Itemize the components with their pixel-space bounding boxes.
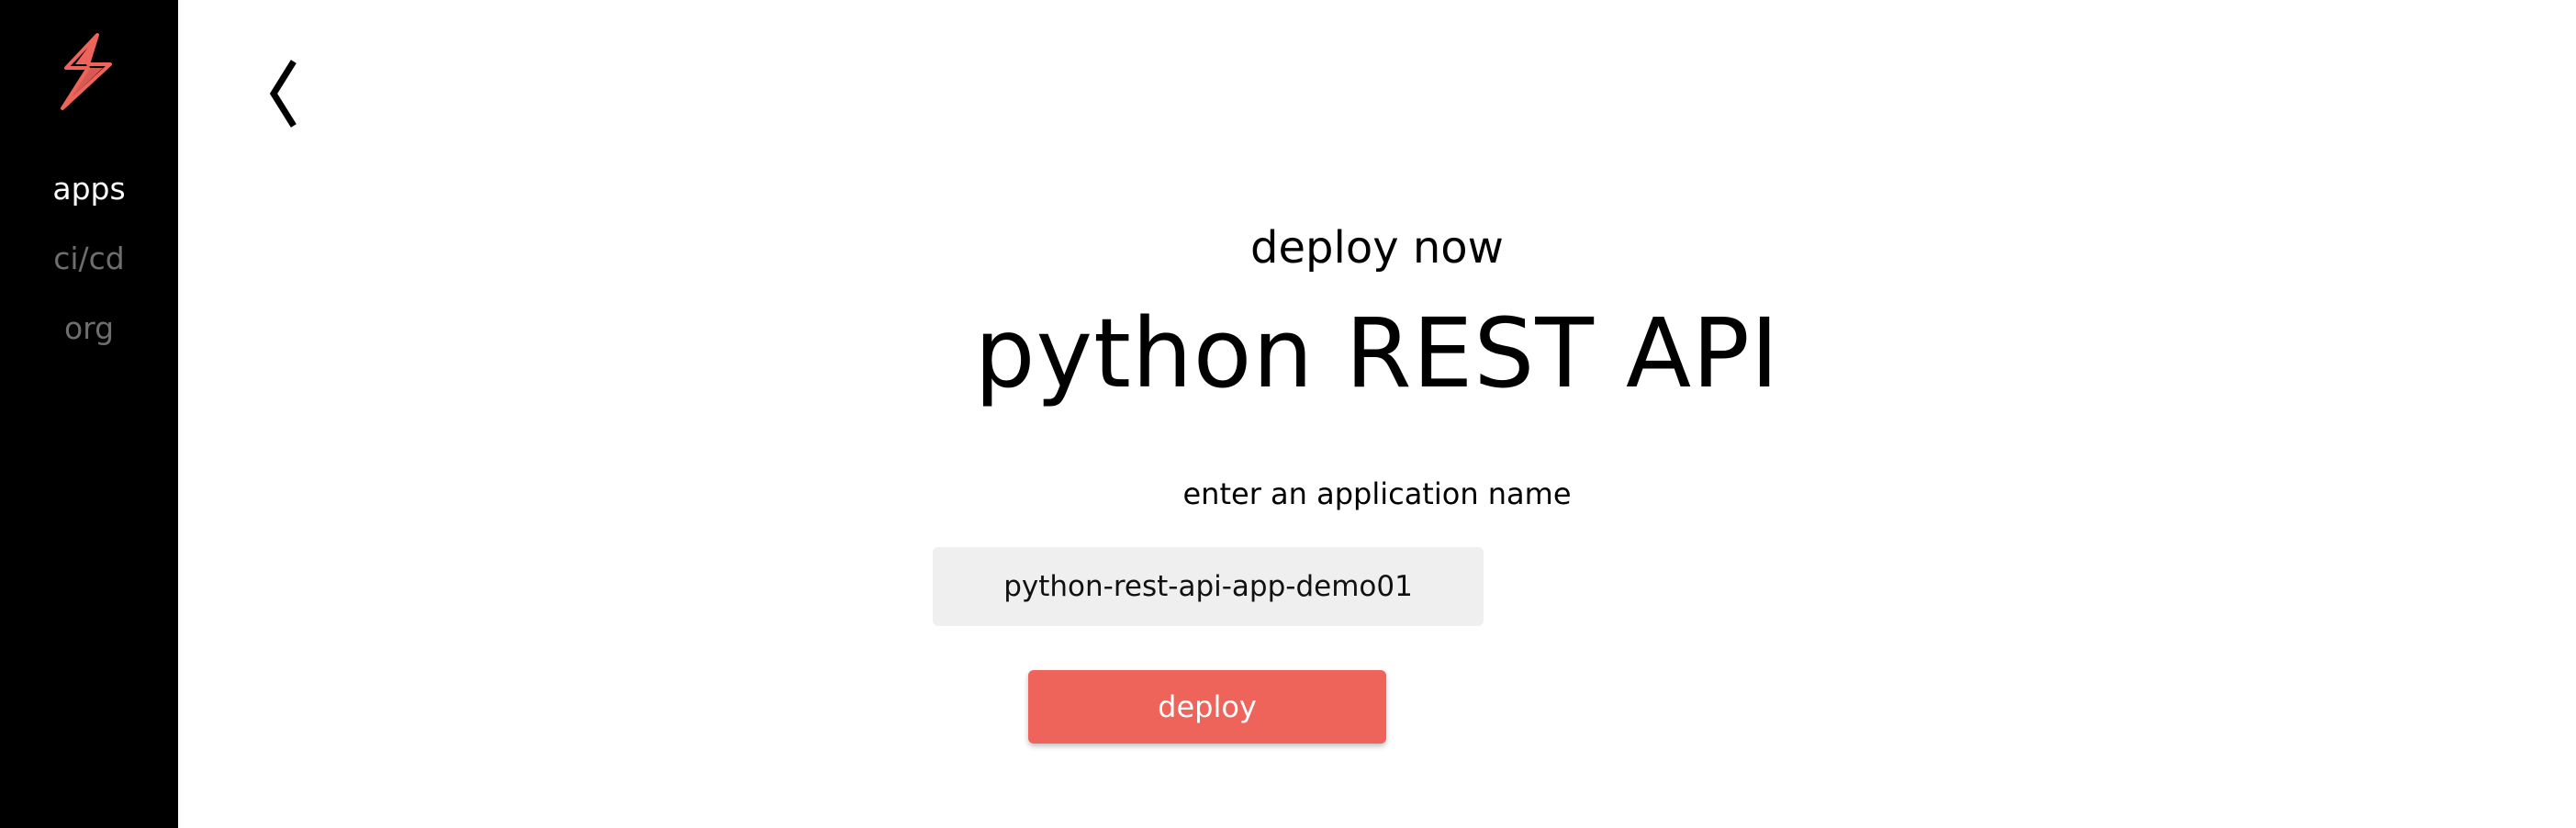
page-title: python REST API [974, 297, 1780, 409]
sidebar-item-org[interactable]: org [0, 303, 178, 373]
lightning-bolt-icon[interactable] [57, 33, 116, 112]
sidebar-nav: apps ci/cd org [0, 163, 178, 373]
sidebar: apps ci/cd org [0, 0, 178, 828]
deploy-button[interactable]: deploy [1028, 670, 1386, 744]
sidebar-item-cicd[interactable]: ci/cd [0, 233, 178, 303]
sidebar-item-apps[interactable]: apps [0, 163, 178, 233]
app-root: apps ci/cd org deploy now python REST AP… [0, 0, 2576, 828]
app-name-input[interactable] [933, 547, 1484, 626]
app-name-label: enter an application name [1182, 476, 1572, 511]
page-subtitle: deploy now [1250, 222, 1504, 274]
